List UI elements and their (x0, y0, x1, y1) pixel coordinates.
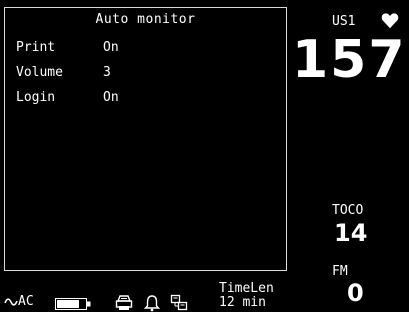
ac-wave-icon (4, 297, 18, 306)
network-icon[interactable] (170, 294, 188, 312)
toco-label: TOCO (332, 203, 364, 218)
heart-icon (381, 13, 399, 29)
panel-title: Auto monitor (95, 12, 196, 27)
setting-label: Volume (16, 65, 63, 80)
setting-label: Print (16, 40, 56, 55)
fhr-label: US1 (332, 14, 356, 29)
toco-value: 14 (334, 219, 368, 247)
printer-icon[interactable] (115, 294, 133, 312)
setting-row-volume[interactable]: Volume 3 (16, 65, 111, 80)
vitals-column: US1 157 TOCO 14 FM 0 (292, 0, 409, 312)
timelen-value: 12 min (219, 295, 266, 310)
setting-row-login[interactable]: Login On (16, 90, 119, 105)
power-status: AC (4, 294, 34, 309)
fm-label: FM (332, 264, 348, 279)
fm-value: 0 (347, 279, 364, 307)
setting-value: On (103, 40, 119, 55)
fhr-value: 157 (292, 30, 407, 90)
setting-label: Login (16, 90, 56, 105)
time-length: TimeLen 12 min (219, 282, 274, 310)
timelen-label: TimeLen (219, 281, 274, 296)
power-label: AC (18, 294, 34, 309)
setting-value: On (103, 90, 119, 105)
auto-monitor-panel: Auto monitor Print On Volume 3 Login On (4, 7, 287, 271)
battery-icon (55, 298, 91, 310)
bell-icon[interactable] (143, 294, 161, 312)
status-bar: AC TimeLen 12 min (0, 282, 290, 312)
setting-value: 3 (103, 65, 111, 80)
setting-row-print[interactable]: Print On (16, 40, 119, 55)
